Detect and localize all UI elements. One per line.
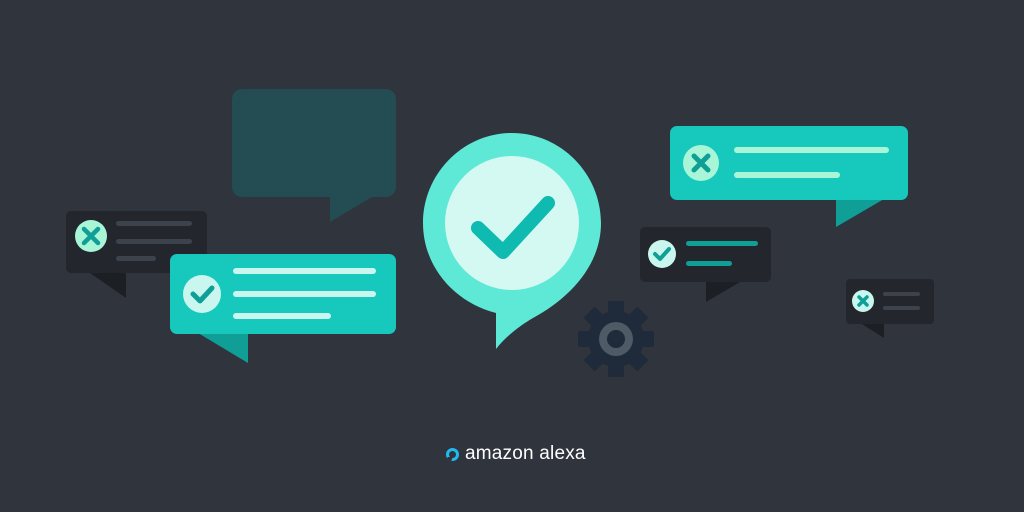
- brand-logo: amazon alexa: [446, 441, 586, 467]
- illustration: [66, 89, 934, 377]
- check-circle-icon: [648, 240, 676, 268]
- x-circle-icon: [852, 290, 874, 312]
- gear-icon: [578, 301, 654, 377]
- speech-bubble-check-icon: [423, 133, 601, 349]
- alexa-ring-icon: [446, 447, 459, 461]
- empty-speech-bubble: [232, 89, 396, 222]
- brand-name: amazon alexa: [465, 443, 586, 464]
- x-circle-icon: [75, 220, 107, 252]
- success-message-card-left: [170, 254, 396, 363]
- x-circle-icon: [683, 145, 719, 181]
- success-message-card-right: [640, 227, 771, 302]
- alexa-banner: amazon alexa: [0, 0, 1024, 512]
- error-message-card-small: [846, 279, 934, 338]
- check-circle-icon: [183, 275, 221, 313]
- error-message-card-right: [670, 126, 908, 227]
